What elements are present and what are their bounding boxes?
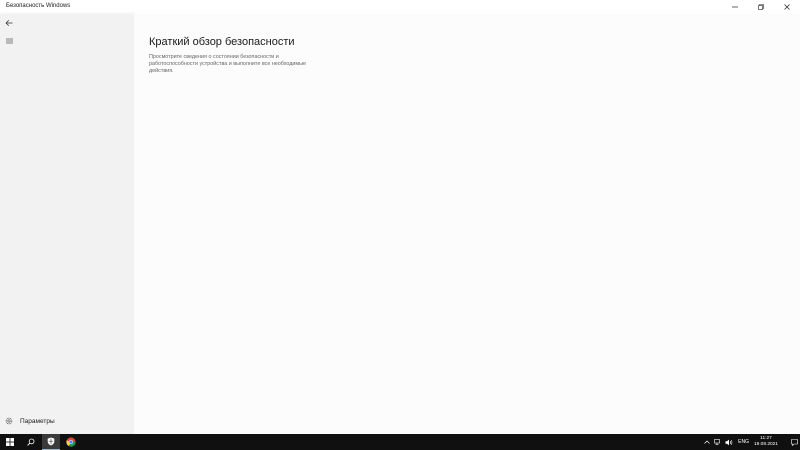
window-controls [722, 0, 800, 14]
main-content: Краткий обзор безопасности Просмотрите с… [134, 14, 800, 434]
windows-start-icon [6, 438, 14, 446]
chrome-icon [66, 437, 76, 447]
taskbar-chrome[interactable] [62, 434, 80, 450]
window-title: Безопасность Windows [6, 3, 71, 9]
hamburger-icon [5, 38, 13, 44]
action-center-button[interactable] [788, 434, 800, 450]
search-icon [27, 438, 35, 446]
network-icon [713, 439, 720, 445]
back-button[interactable] [4, 18, 14, 28]
notification-icon [790, 438, 798, 446]
title-bar: Безопасность Windows [0, 0, 800, 14]
windows-security-shield-icon [47, 437, 55, 446]
sidebar-item-label: Параметры [20, 417, 55, 425]
minimize-button[interactable] [722, 0, 748, 14]
gear-icon [4, 416, 14, 426]
back-arrow-icon [5, 19, 13, 27]
system-tray: ENG 11:27 19.08.2021 [702, 434, 800, 450]
page-description: Просмотрите сведения о состоянии безопас… [149, 54, 306, 74]
navigation-sidebar: Параметры [0, 14, 134, 434]
taskbar: ENG 11:27 19.08.2021 [0, 434, 800, 450]
search-button[interactable] [22, 434, 40, 450]
chevron-up-icon [703, 440, 710, 444]
taskbar-windows-security[interactable] [42, 434, 60, 450]
maximize-button[interactable] [748, 0, 774, 14]
minimize-icon [732, 6, 738, 8]
input-language[interactable]: ENG [738, 439, 749, 445]
restore-icon [758, 4, 764, 10]
network-button[interactable] [713, 434, 722, 450]
clock-date: 19.08.2021 [753, 442, 778, 447]
page-title: Краткий обзор безопасности [149, 36, 295, 48]
start-button[interactable] [0, 434, 20, 450]
volume-icon [725, 439, 732, 445]
show-hidden-icons-button[interactable] [702, 434, 711, 450]
clock[interactable]: 11:27 19.08.2021 [754, 436, 778, 448]
volume-button[interactable] [724, 434, 733, 450]
close-button[interactable] [774, 0, 800, 14]
hamburger-menu-button[interactable] [4, 36, 14, 46]
sidebar-item-settings[interactable]: Параметры [0, 414, 134, 428]
close-icon [784, 4, 790, 10]
